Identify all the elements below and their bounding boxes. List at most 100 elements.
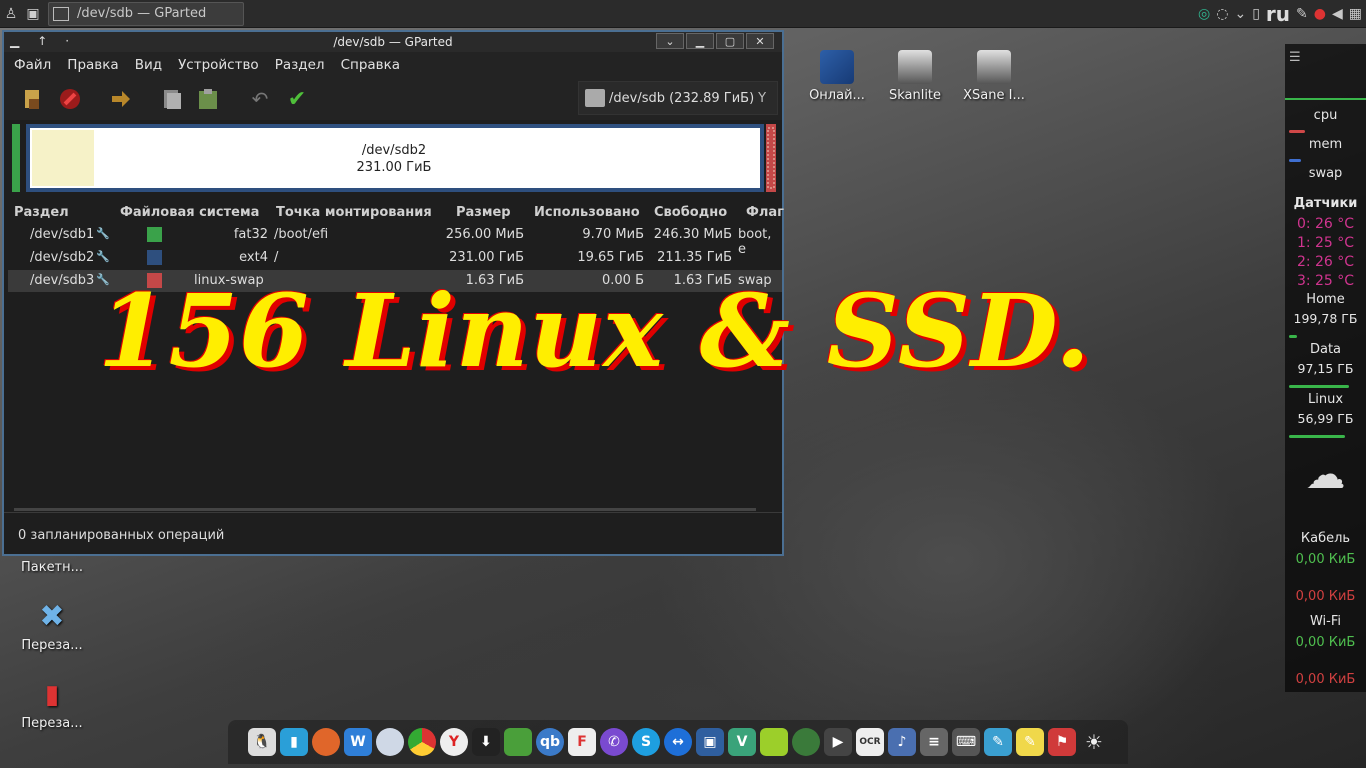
key-icon: 🔧	[96, 227, 110, 240]
screenshot-icon[interactable]: ✎	[1296, 6, 1308, 22]
delete-icon[interactable]	[55, 84, 85, 114]
note-icon[interactable]: ✎	[1016, 728, 1044, 756]
col-flags[interactable]: Флаг	[746, 205, 784, 220]
sphere-icon[interactable]	[376, 728, 404, 756]
download-icon[interactable]: ⬇	[472, 728, 500, 756]
disc-icon[interactable]	[792, 728, 820, 756]
col-used[interactable]: Использовано	[534, 205, 640, 220]
col-filesystem[interactable]: Файловая система	[120, 205, 259, 220]
partition-mount: /	[274, 250, 279, 265]
qbittorrent-icon[interactable]: qb	[536, 728, 564, 756]
fs-color-swatch	[147, 227, 162, 242]
menu-edit[interactable]: Правка	[67, 57, 118, 73]
vc-icon[interactable]: V	[728, 728, 756, 756]
col-mountpoint[interactable]: Точка монтирования	[276, 205, 432, 220]
music-icon[interactable]: ♪	[888, 728, 916, 756]
copy-icon[interactable]	[157, 84, 187, 114]
flag-icon[interactable]: ⚑	[1048, 728, 1076, 756]
resize-move-icon[interactable]	[106, 84, 136, 114]
record-icon[interactable]: ●	[1314, 6, 1326, 22]
menu-view[interactable]: Вид	[135, 57, 162, 73]
virtualbox-icon[interactable]: ▣	[696, 728, 724, 756]
col-free[interactable]: Свободно	[654, 205, 727, 220]
table-row[interactable]: /dev/sdb1 🔧 fat32 /boot/efi 256.00 МиБ 9…	[8, 224, 782, 257]
notes-icon[interactable]: ▮	[280, 728, 308, 756]
sun-icon[interactable]: ☀	[1080, 728, 1108, 756]
desktop-icon-restart-1[interactable]: ✖ Переза...	[12, 600, 92, 654]
film-icon[interactable]: ▶	[824, 728, 852, 756]
close-button[interactable]: ✕	[746, 33, 774, 49]
desktop-icon-packages[interactable]: Пакетн...	[12, 560, 92, 575]
disk-map-partition-size: 231.00 ГиБ	[356, 160, 432, 175]
menu-device[interactable]: Устройство	[178, 57, 259, 73]
top-panel: ♙ ▣ /dev/sdb — GParted ◎ ◌ ⌄ ▯ ru ✎ ● ◀ …	[0, 0, 1366, 28]
editor-icon[interactable]: ✎	[984, 728, 1012, 756]
skype-icon[interactable]: S	[632, 728, 660, 756]
shade-button[interactable]: ⌄	[656, 33, 684, 49]
menu-file[interactable]: Файл	[14, 57, 51, 73]
penguin-icon[interactable]: 🐧	[248, 728, 276, 756]
paste-icon[interactable]	[194, 84, 224, 114]
col-size[interactable]: Размер	[456, 205, 511, 220]
temp-0: 0: 26 °C	[1296, 216, 1355, 232]
partition-size: 231.00 ГиБ	[449, 250, 524, 265]
keyboard-layout[interactable]: ru	[1266, 2, 1290, 26]
grid-icon[interactable]: ▦	[1349, 6, 1362, 22]
leaf-icon[interactable]	[760, 728, 788, 756]
cpu-graph	[1285, 90, 1366, 100]
minimize-button[interactable]: ▁	[686, 33, 714, 49]
volume-icon[interactable]: ◀	[1332, 6, 1343, 22]
menu-help[interactable]: Справка	[341, 57, 400, 73]
viber-icon[interactable]: ✆	[600, 728, 628, 756]
table-row[interactable]: /dev/sdb2 🔧 ext4 / 231.00 ГиБ 19.65 ГиБ …	[8, 247, 782, 269]
apply-icon[interactable]: ✔	[282, 84, 312, 114]
system-monitor-widget: ☰ cpu mem swap Датчики 0: 26 °C 1: 25 °C…	[1285, 44, 1366, 692]
net-wifi-down: 0,00 КиБ	[1295, 635, 1356, 650]
typewriter-icon[interactable]: ⌨	[952, 728, 980, 756]
disk-map-partition-label: /dev/sdb2	[361, 143, 427, 158]
menu-partition[interactable]: Раздел	[275, 57, 325, 73]
window-menu-icon[interactable]: ▁	[10, 34, 19, 48]
temp-2: 2: 26 °C	[1296, 254, 1355, 270]
partition-fs: ext4	[239, 250, 268, 265]
swap-bar	[1289, 159, 1301, 162]
window-titlebar[interactable]: ▁ ↑ · /dev/sdb — GParted ⌄ ▁ ▢ ✕	[4, 32, 782, 52]
chevron-down-icon[interactable]: ⌄	[1234, 6, 1246, 22]
desktop-icon-skanlite[interactable]: Skanlite	[875, 50, 955, 103]
disk-data-bar	[1289, 385, 1349, 388]
device-selector[interactable]: /dev/sdb (232.89 ГиБ) Y	[578, 81, 778, 115]
usb-icon: ▮	[44, 680, 60, 710]
disk-home-bar	[1289, 335, 1297, 338]
mixer-icon[interactable]: ≡	[920, 728, 948, 756]
desktop-icon-xsane[interactable]: XSane I...	[954, 50, 1034, 103]
desktop-icon-online[interactable]: Онлай...	[797, 50, 877, 103]
media-icon[interactable]: F	[568, 728, 596, 756]
writer-icon[interactable]: W	[344, 728, 372, 756]
pin-icon[interactable]: ↑	[37, 34, 47, 48]
desktop-icon-restart-2[interactable]: ▮ Переза...	[12, 678, 92, 731]
taskbar-task-gparted[interactable]: /dev/sdb — GParted	[48, 1, 244, 26]
partition-free: 246.30 МиБ	[653, 227, 732, 242]
col-partition[interactable]: Раздел	[14, 205, 69, 220]
clipboard-icon[interactable]: ▯	[1252, 6, 1260, 22]
partition-mount: /boot/efi	[274, 227, 329, 242]
dot-icon[interactable]: ·	[65, 34, 69, 48]
horizontal-scrollbar[interactable]	[14, 508, 756, 511]
ocr-icon[interactable]: OCR	[856, 728, 884, 756]
torrent-icon[interactable]	[504, 728, 532, 756]
status-icon[interactable]: ◌	[1216, 6, 1228, 22]
maximize-button[interactable]: ▢	[716, 33, 744, 49]
chrome-icon[interactable]	[408, 728, 436, 756]
teamviewer-icon[interactable]: ↔	[664, 728, 692, 756]
partition-free: 211.35 ГиБ	[657, 250, 732, 265]
disk-linux-size: 56,99 ГБ	[1297, 411, 1354, 426]
new-partition-icon[interactable]	[18, 84, 48, 114]
undo-icon[interactable]: ↶	[245, 84, 275, 114]
partition-used: 19.65 ГиБ	[577, 250, 644, 265]
firefox-icon[interactable]	[312, 728, 340, 756]
yandex-icon[interactable]: Y	[440, 728, 468, 756]
disk-linux-bar	[1289, 435, 1345, 438]
terminal-icon[interactable]: ▣	[22, 3, 44, 25]
network-icon[interactable]: ◎	[1198, 6, 1210, 22]
app-menu-icon[interactable]: ♙	[0, 3, 22, 25]
